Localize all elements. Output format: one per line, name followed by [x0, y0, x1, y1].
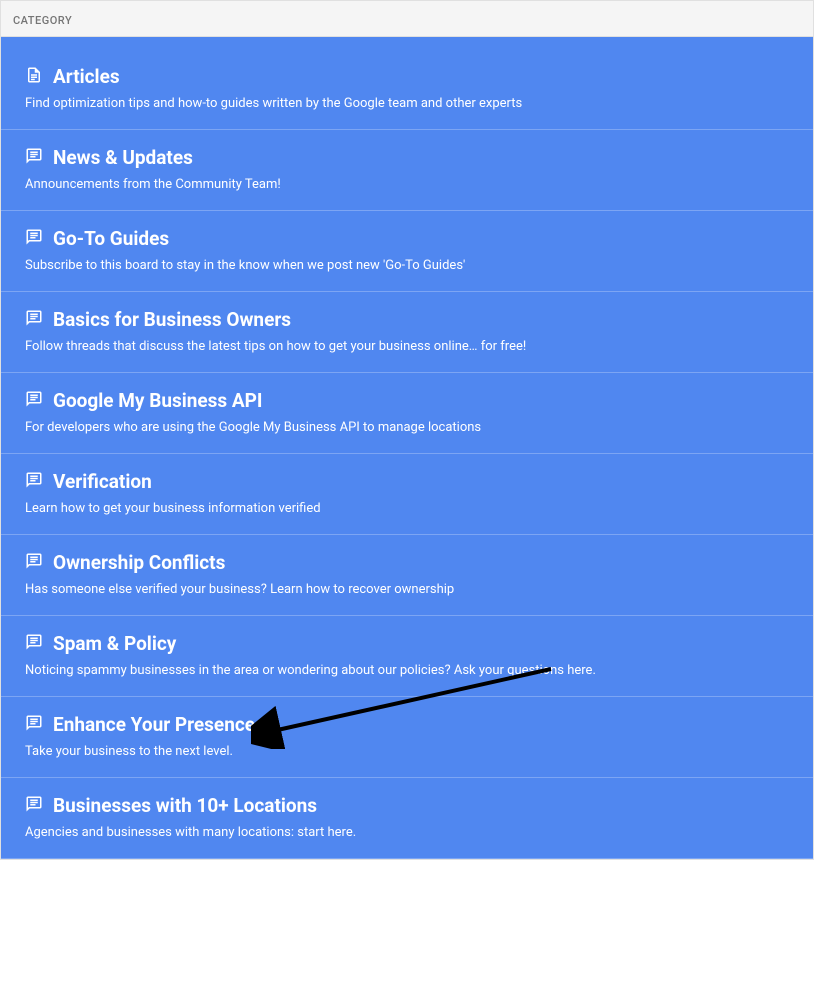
- category-item-go-to-guides[interactable]: Go-To Guides Subscribe to this board to s…: [1, 211, 813, 292]
- category-description: Learn how to get your business informati…: [25, 501, 789, 516]
- category-item-spam-policy[interactable]: Spam & Policy Noticing spammy businesses …: [1, 616, 813, 697]
- chat-icon: [25, 309, 43, 331]
- category-container: CATEGORY Articles Find optimization tips …: [0, 0, 814, 860]
- category-description: Has someone else verified your business?…: [25, 582, 789, 597]
- category-description: Follow threads that discuss the latest t…: [25, 339, 789, 354]
- category-title: Go-To Guides: [53, 227, 169, 250]
- category-description: Take your business to the next level.: [25, 744, 789, 759]
- category-title-row: News & Updates: [25, 146, 789, 169]
- category-title-row: Ownership Conflicts: [25, 551, 789, 574]
- category-title-row: Articles: [25, 65, 789, 88]
- category-title-row: Google My Business API: [25, 389, 789, 412]
- category-title: Businesses with 10+ Locations: [53, 794, 317, 817]
- category-description: Agencies and businesses with many locati…: [25, 825, 789, 840]
- category-item-google-my-business-api[interactable]: Google My Business API For developers who…: [1, 373, 813, 454]
- category-title-row: Go-To Guides: [25, 227, 789, 250]
- category-title: Google My Business API: [53, 389, 262, 412]
- category-item-news-updates[interactable]: News & Updates Announcements from the Com…: [1, 130, 813, 211]
- category-title-row: Spam & Policy: [25, 632, 789, 655]
- category-title-row: Enhance Your Presence: [25, 713, 789, 736]
- chat-icon: [25, 471, 43, 493]
- category-description: Find optimization tips and how-to guides…: [25, 96, 789, 111]
- chat-icon: [25, 552, 43, 574]
- category-title-row: Businesses with 10+ Locations: [25, 794, 789, 817]
- category-description: Noticing spammy businesses in the area o…: [25, 663, 789, 678]
- category-title: Enhance Your Presence: [53, 713, 255, 736]
- category-item-articles[interactable]: Articles Find optimization tips and how-t…: [1, 37, 813, 130]
- category-list: Articles Find optimization tips and how-t…: [1, 37, 813, 859]
- category-title-row: Verification: [25, 470, 789, 493]
- category-title: Articles: [53, 65, 120, 88]
- category-description: For developers who are using the Google …: [25, 420, 789, 435]
- category-item-ownership-conflicts[interactable]: Ownership Conflicts Has someone else veri…: [1, 535, 813, 616]
- category-item-enhance-your-presence[interactable]: Enhance Your Presence Take your business …: [1, 697, 813, 778]
- chat-icon: [25, 795, 43, 817]
- header-label: CATEGORY: [13, 14, 72, 27]
- category-item-businesses-with-10-locations[interactable]: Businesses with 10+ Locations Agencies an…: [1, 778, 813, 859]
- document-icon: [25, 66, 43, 88]
- category-title: Basics for Business Owners: [53, 308, 291, 331]
- category-item-basics-for-business-owners[interactable]: Basics for Business Owners Follow threads…: [1, 292, 813, 373]
- category-description: Announcements from the Community Team!: [25, 177, 789, 192]
- category-title: News & Updates: [53, 146, 193, 169]
- chat-icon: [25, 633, 43, 655]
- category-title: Ownership Conflicts: [53, 551, 225, 574]
- category-title: Spam & Policy: [53, 632, 176, 655]
- category-item-verification[interactable]: Verification Learn how to get your busine…: [1, 454, 813, 535]
- chat-icon: [25, 390, 43, 412]
- category-title: Verification: [53, 470, 152, 493]
- category-title-row: Basics for Business Owners: [25, 308, 789, 331]
- category-header: CATEGORY: [1, 1, 813, 37]
- category-description: Subscribe to this board to stay in the k…: [25, 258, 789, 273]
- chat-icon: [25, 714, 43, 736]
- chat-icon: [25, 228, 43, 250]
- chat-icon: [25, 147, 43, 169]
